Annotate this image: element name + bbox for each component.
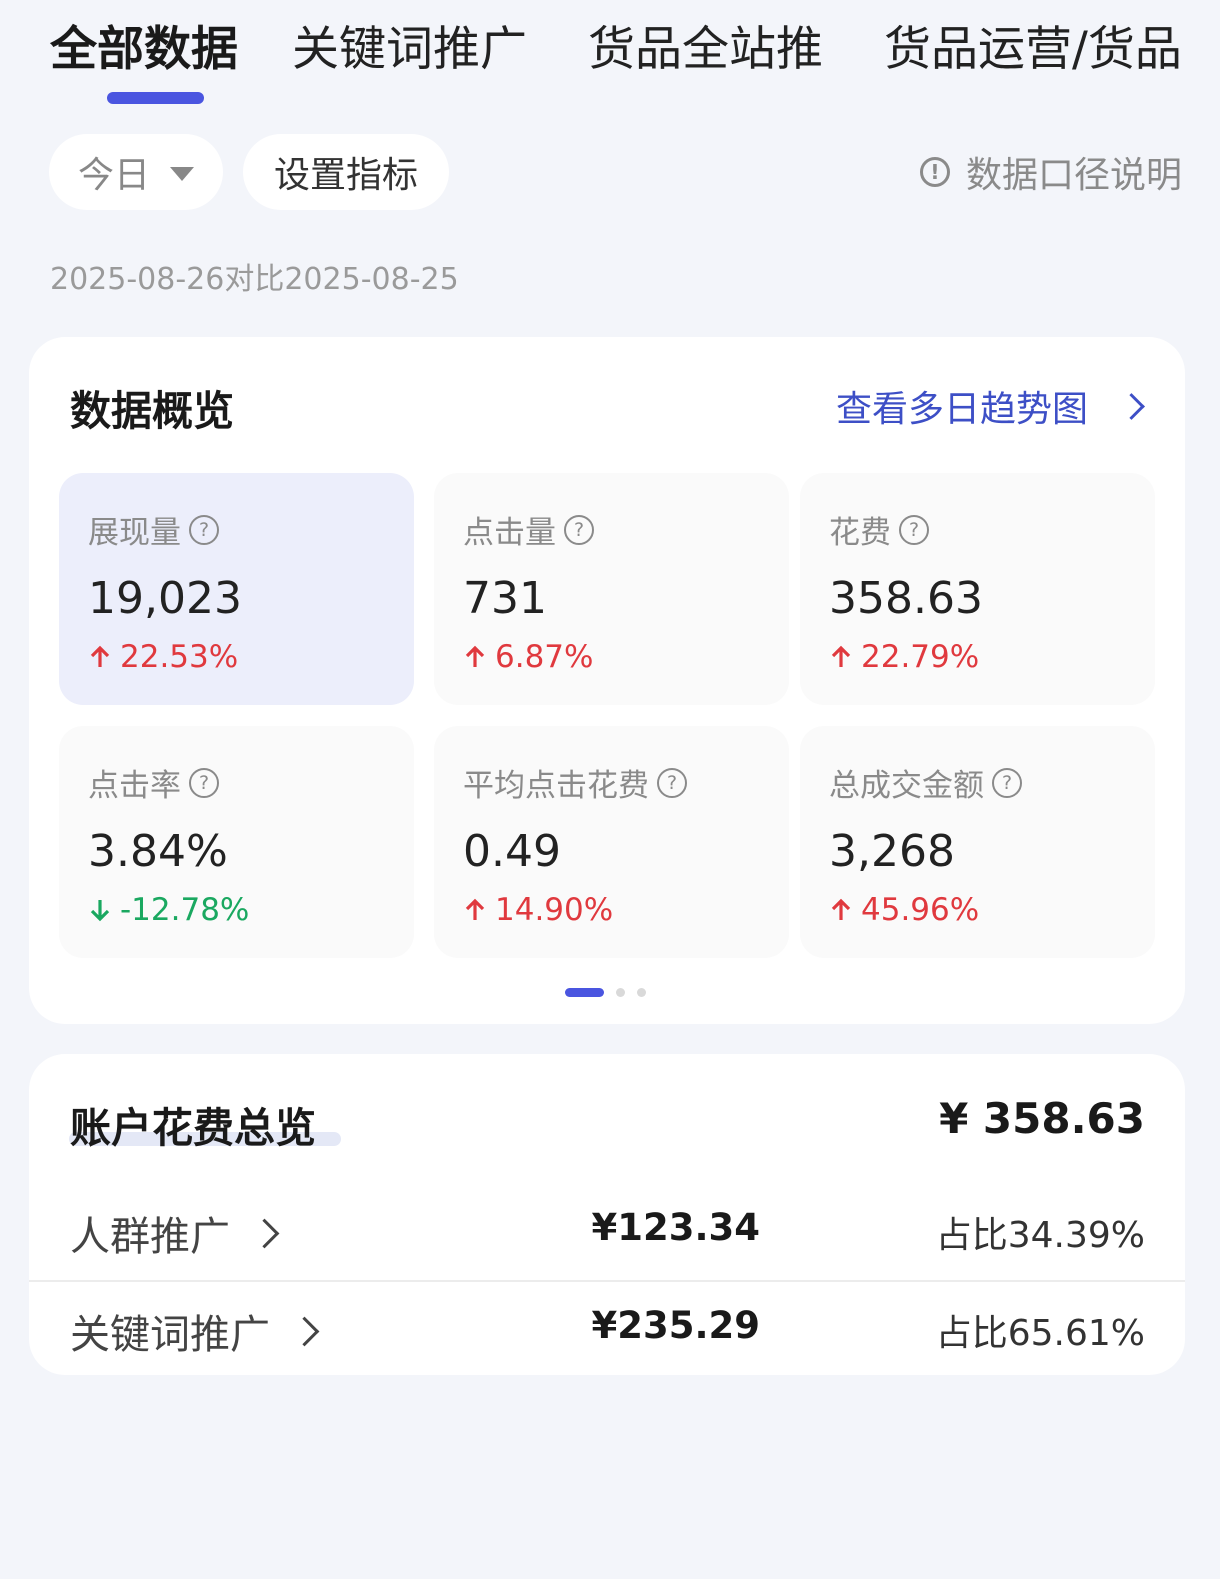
tab-keyword-promo[interactable]: 关键词推广 bbox=[292, 18, 527, 82]
pager-dot[interactable] bbox=[616, 987, 625, 997]
spend-row-audience[interactable]: 人群推广 ¥123.34 占比34.39% bbox=[29, 1184, 1185, 1280]
arrow-up-icon bbox=[831, 898, 851, 920]
metric-label: 平均点击花费 bbox=[463, 768, 649, 804]
metric-change: -12.78% bbox=[88, 892, 249, 928]
metric-change: 22.79% bbox=[829, 639, 979, 675]
multi-day-trend-link[interactable]: 查看多日趋势图 bbox=[836, 380, 1149, 432]
metric-card-spend[interactable]: 花费? 358.63 22.79% bbox=[800, 473, 1155, 705]
tab-bar: 全部数据 关键词推广 货品全站推 货品运营/货品 bbox=[0, 0, 1220, 110]
arrow-up-icon bbox=[465, 898, 485, 920]
metric-change-value: 45.96% bbox=[861, 892, 980, 928]
spend-row-name: 关键词推广 bbox=[70, 1312, 270, 1358]
help-icon[interactable]: ? bbox=[657, 767, 687, 798]
arrow-up-icon bbox=[831, 645, 851, 667]
metric-value: 3,268 bbox=[829, 826, 955, 877]
metric-change: 22.53% bbox=[88, 639, 238, 675]
metric-change: 45.96% bbox=[829, 892, 979, 928]
data-explain-link[interactable]: ! 数据口径说明 bbox=[919, 146, 1182, 198]
metric-card-clicks[interactable]: 点击量? 731 6.87% bbox=[434, 473, 789, 705]
set-metrics-label: 设置指标 bbox=[273, 155, 418, 196]
active-tab-indicator bbox=[107, 92, 204, 104]
metric-card-avg-cpc[interactable]: 平均点击花费? 0.49 14.90% bbox=[434, 726, 789, 958]
date-select-label: 今日 bbox=[77, 155, 150, 196]
tab-all-data[interactable]: 全部数据 bbox=[50, 18, 238, 82]
chevron-right-icon bbox=[249, 1218, 280, 1248]
metric-label: 展现量 bbox=[88, 515, 181, 551]
overview-title: 数据概览 bbox=[70, 387, 234, 435]
metric-label: 花费 bbox=[829, 515, 891, 551]
metric-change-value: 22.79% bbox=[861, 639, 980, 675]
metric-card-ctr[interactable]: 点击率? 3.84% -12.78% bbox=[59, 726, 414, 958]
spend-row-keyword[interactable]: 关键词推广 ¥235.29 占比65.61% bbox=[29, 1280, 1185, 1378]
tab-goods-site-push[interactable]: 货品全站推 bbox=[588, 18, 823, 82]
metric-change-value: 22.53% bbox=[120, 639, 239, 675]
metric-value: 731 bbox=[463, 573, 547, 624]
metric-change-value: 6.87% bbox=[495, 639, 594, 675]
chevron-right-icon bbox=[289, 1316, 320, 1346]
data-explain-label: 数据口径说明 bbox=[965, 155, 1182, 196]
metric-label: 点击量 bbox=[463, 515, 556, 551]
metric-change-value: -12.78% bbox=[120, 892, 250, 928]
spend-row-share: 占比34.39% bbox=[935, 1215, 1145, 1256]
info-icon: ! bbox=[919, 157, 950, 187]
help-icon[interactable]: ? bbox=[899, 514, 929, 545]
pager-dot-active[interactable] bbox=[565, 987, 604, 997]
metric-value: 0.49 bbox=[463, 826, 561, 877]
compare-date: 2025-08-26对比2025-08-25 bbox=[50, 262, 459, 297]
arrow-up-icon bbox=[465, 645, 485, 667]
carousel-pager[interactable] bbox=[565, 987, 646, 997]
metric-label: 点击率 bbox=[88, 768, 181, 804]
trend-link-label: 查看多日趋势图 bbox=[835, 389, 1088, 430]
metric-label: 总成交金额 bbox=[829, 768, 984, 804]
pager-dot[interactable] bbox=[637, 987, 646, 997]
spend-row-name: 人群推广 bbox=[70, 1214, 230, 1260]
metric-value: 358.63 bbox=[829, 573, 983, 624]
tab-goods-operation[interactable]: 货品运营/货品 bbox=[884, 18, 1182, 82]
help-icon[interactable]: ? bbox=[189, 514, 219, 545]
account-spend-card: 账户花费总览 ¥ 358.63 人群推广 ¥123.34 占比34.39% 关键… bbox=[29, 1054, 1185, 1375]
metric-change: 14.90% bbox=[463, 892, 613, 928]
spend-title: 账户花费总览 bbox=[70, 1104, 316, 1152]
arrow-up-icon bbox=[90, 645, 110, 667]
spend-row-amount: ¥235.29 bbox=[591, 1304, 760, 1347]
overview-card: 数据概览 查看多日趋势图 展现量? 19,023 22.53% 点击量? 731… bbox=[29, 337, 1185, 1024]
metric-change-value: 14.90% bbox=[495, 892, 614, 928]
help-icon[interactable]: ? bbox=[564, 514, 594, 545]
help-icon[interactable]: ? bbox=[992, 767, 1022, 798]
metric-change: 6.87% bbox=[463, 639, 593, 675]
metric-card-impressions[interactable]: 展现量? 19,023 22.53% bbox=[59, 473, 414, 705]
help-icon[interactable]: ? bbox=[189, 767, 219, 798]
spend-row-share: 占比65.61% bbox=[935, 1313, 1145, 1354]
caret-down-icon bbox=[170, 167, 194, 181]
metric-value: 3.84% bbox=[88, 826, 228, 877]
metric-value: 19,023 bbox=[88, 573, 242, 624]
arrow-down-icon bbox=[90, 900, 110, 922]
spend-total: ¥ 358.63 bbox=[939, 1094, 1145, 1143]
date-select[interactable]: 今日 bbox=[49, 134, 223, 210]
chevron-right-icon bbox=[1118, 392, 1145, 420]
spend-row-amount: ¥123.34 bbox=[591, 1206, 760, 1249]
set-metrics-button[interactable]: 设置指标 bbox=[243, 134, 449, 210]
metric-card-gmv[interactable]: 总成交金额? 3,268 45.96% bbox=[800, 726, 1155, 958]
